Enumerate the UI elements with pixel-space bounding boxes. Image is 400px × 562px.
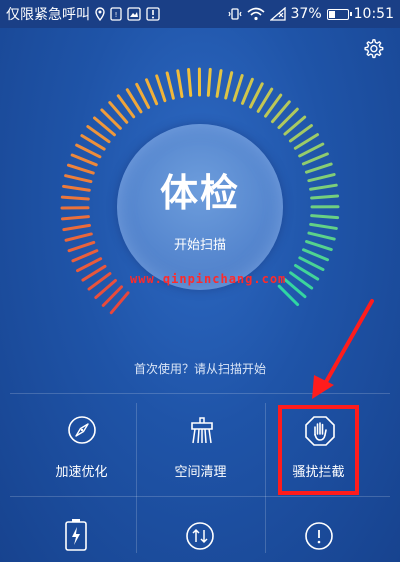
watermark-text: www.qinpinchang.com [130,272,287,286]
gauge-tick [305,240,333,252]
gauge-tick [215,69,223,98]
gauge-tick [240,77,254,105]
gauge-tick [187,67,193,97]
tile-label: 空间清理 [174,465,227,480]
gauge-tick [60,195,90,201]
data-transfer-icon[interactable] [185,521,215,555]
scan-title: 体检 [159,171,240,215]
grid-divider [10,496,390,497]
gauge-tick [135,82,151,109]
gauge-tick [298,256,325,272]
gauge-tick [176,69,184,98]
gauge-tick [301,152,329,166]
gauge-tick [75,143,102,159]
gauge-tick [304,162,333,174]
gauge-tick [310,214,340,220]
tile-label: 加速优化 [55,465,108,480]
gauge-tick [309,183,338,191]
gauge-tick [249,82,264,109]
gauge-tick [309,222,338,230]
gauge-tick [64,232,93,242]
scan-button-label: 开始扫描 [173,238,226,253]
gauge-tick [206,67,212,97]
gauge-tick [310,194,340,200]
gauge-tick [165,71,175,100]
gauge-tick [298,142,325,158]
tile-speed-optimize[interactable]: 加速优化 [15,393,148,488]
gauge-tick [70,153,98,167]
gauge-tick [307,173,336,183]
gauge-tick [224,71,234,100]
tile-space-clean[interactable]: 空间清理 [134,393,267,488]
gauge-tick [302,248,330,262]
broom-icon [186,415,216,445]
info-icon[interactable] [304,521,334,555]
start-scan-button[interactable]: 体检 开始扫描 [117,124,283,290]
gauge-tick [67,240,96,253]
gauge-tick [62,184,91,192]
gauge-tick [76,257,103,273]
gauge-tick [307,231,336,241]
gauge-tick [62,223,92,232]
gauge-tick [71,249,99,263]
gauge-tick [232,74,244,102]
battery-charge-icon[interactable] [63,518,93,552]
gauge-tick [66,163,95,175]
red-arrow-annotation [312,299,374,399]
highlight-box [278,405,359,495]
gauge-tick [64,174,93,184]
gauge-tick [145,78,159,106]
compass-icon [67,415,97,445]
gauge-tick [155,74,167,103]
gauge-tick [61,215,90,221]
